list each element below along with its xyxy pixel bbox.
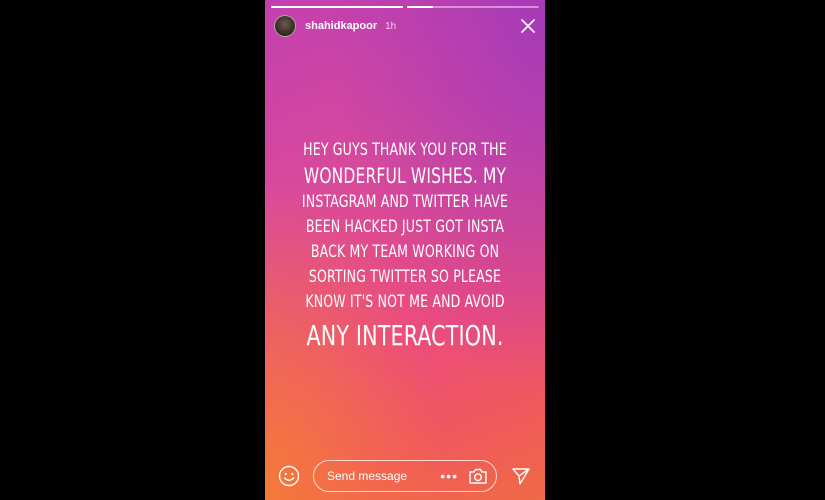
story-text: HEY GUYS THANK YOU FOR THE WONDERFUL WIS…: [265, 138, 545, 357]
camera-button[interactable]: [466, 464, 490, 488]
story-time: 1h: [385, 20, 397, 32]
more-dots-icon[interactable]: •••: [440, 469, 458, 483]
send-message-input[interactable]: Send message •••: [313, 460, 497, 492]
message-placeholder: Send message: [327, 469, 408, 483]
story-text-line: BEEN HACKED JUST GOT INSTA: [305, 217, 505, 237]
avatar[interactable]: [274, 15, 296, 37]
story-text-line: BACK MY TEAM WORKING ON: [310, 242, 500, 262]
story-progress-bar: [271, 6, 539, 8]
close-button[interactable]: [519, 17, 537, 35]
emoji-icon: [278, 465, 300, 487]
story-text-line: HEY GUYS THANK YOU FOR THE: [303, 140, 507, 160]
story-text-line: SORTING TWITTER SO PLEASE: [308, 267, 502, 287]
story-footer: Send message •••: [277, 460, 533, 492]
progress-segment-1: [271, 6, 403, 8]
camera-icon: [469, 468, 487, 484]
story-text-line: INSTAGRAM AND TWITTER HAVE: [301, 192, 509, 212]
send-button[interactable]: [509, 464, 533, 488]
story-text-line: WONDERFUL WISHES. MY: [303, 164, 507, 188]
story-header: shahidkapoor 1h: [274, 14, 537, 38]
username[interactable]: shahidkapoor: [305, 20, 377, 32]
story-viewer[interactable]: shahidkapoor 1h HEY GUYS THANK YOU FOR T…: [265, 0, 545, 500]
story-text-line: KNOW IT'S NOT ME AND AVOID: [305, 292, 505, 312]
progress-segment-2: [407, 6, 539, 8]
send-icon: [512, 468, 530, 485]
close-icon: [521, 19, 535, 33]
emoji-button[interactable]: [277, 464, 301, 488]
story-text-line: ANY INTERACTION.: [306, 319, 504, 352]
